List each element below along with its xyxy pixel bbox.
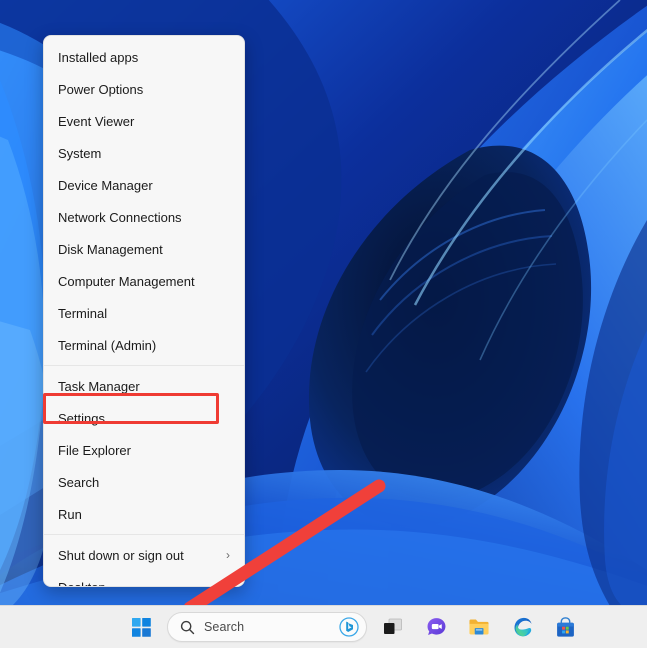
winx-quick-link-menu[interactable]: Installed apps Power Options Event Viewer S…: [43, 35, 245, 587]
menu-item-task-manager[interactable]: Task Manager: [44, 370, 244, 402]
search-box[interactable]: Search: [167, 612, 367, 642]
edge-icon: [514, 617, 532, 637]
menu-item-network-connections[interactable]: Network Connections: [44, 201, 244, 233]
bing-copilot-icon[interactable]: [339, 617, 359, 637]
menu-item-label: Task Manager: [58, 378, 140, 394]
taskbar: Search: [0, 605, 647, 648]
menu-item-shut-down-or-sign-out[interactable]: Shut down or sign out ›: [44, 539, 244, 571]
windows-logo-icon: [131, 617, 151, 637]
windows-desktop-screen: Installed apps Power Options Event Viewer S…: [0, 0, 647, 648]
menu-item-label: Run: [58, 506, 82, 522]
file-explorer-button[interactable]: [462, 610, 496, 644]
menu-item-event-viewer[interactable]: Event Viewer: [44, 105, 244, 137]
menu-item-label: Network Connections: [58, 209, 182, 225]
menu-item-label: Power Options: [58, 81, 144, 97]
menu-item-installed-apps[interactable]: Installed apps: [44, 41, 244, 73]
menu-item-label: System: [58, 145, 102, 161]
menu-item-label: Search: [58, 474, 100, 490]
menu-item-run[interactable]: Run: [44, 498, 244, 530]
menu-item-settings[interactable]: Settings: [44, 402, 244, 434]
menu-item-device-manager[interactable]: Device Manager: [44, 169, 244, 201]
task-view-button[interactable]: [376, 610, 410, 644]
menu-item-label: Terminal: [58, 305, 108, 321]
menu-item-label: Settings: [58, 410, 105, 426]
menu-separator: [44, 534, 244, 535]
menu-item-label: Desktop: [58, 579, 106, 587]
menu-item-desktop[interactable]: Desktop: [44, 571, 244, 587]
menu-item-power-options[interactable]: Power Options: [44, 73, 244, 105]
menu-item-system[interactable]: System: [44, 137, 244, 169]
menu-item-label: Device Manager: [58, 177, 153, 193]
menu-separator: [44, 365, 244, 366]
store-icon: [556, 616, 574, 637]
edge-button[interactable]: [505, 610, 539, 644]
menu-item-search[interactable]: Search: [44, 466, 244, 498]
menu-item-label: File Explorer: [58, 442, 131, 458]
menu-item-label: Shut down or sign out: [58, 547, 184, 563]
folder-icon: [469, 619, 489, 635]
search-input-placeholder[interactable]: Search: [204, 620, 339, 634]
menu-item-computer-management[interactable]: Computer Management: [44, 265, 244, 297]
menu-item-disk-management[interactable]: Disk Management: [44, 233, 244, 265]
menu-item-label: Event Viewer: [58, 113, 135, 129]
start-button[interactable]: [124, 610, 158, 644]
menu-item-label: Disk Management: [58, 241, 163, 257]
menu-item-label: Terminal (Admin): [58, 337, 157, 353]
store-button[interactable]: [548, 610, 582, 644]
menu-item-label: Installed apps: [58, 49, 139, 65]
chat-button[interactable]: [419, 610, 453, 644]
menu-item-terminal-admin[interactable]: Terminal (Admin): [44, 329, 244, 361]
chevron-right-icon: ›: [226, 548, 230, 562]
search-icon: [180, 620, 195, 635]
menu-item-label: Computer Management: [58, 273, 195, 289]
menu-item-terminal[interactable]: Terminal: [44, 297, 244, 329]
task-view-icon: [384, 618, 402, 634]
chat-icon: [427, 617, 445, 635]
menu-item-file-explorer[interactable]: File Explorer: [44, 434, 244, 466]
